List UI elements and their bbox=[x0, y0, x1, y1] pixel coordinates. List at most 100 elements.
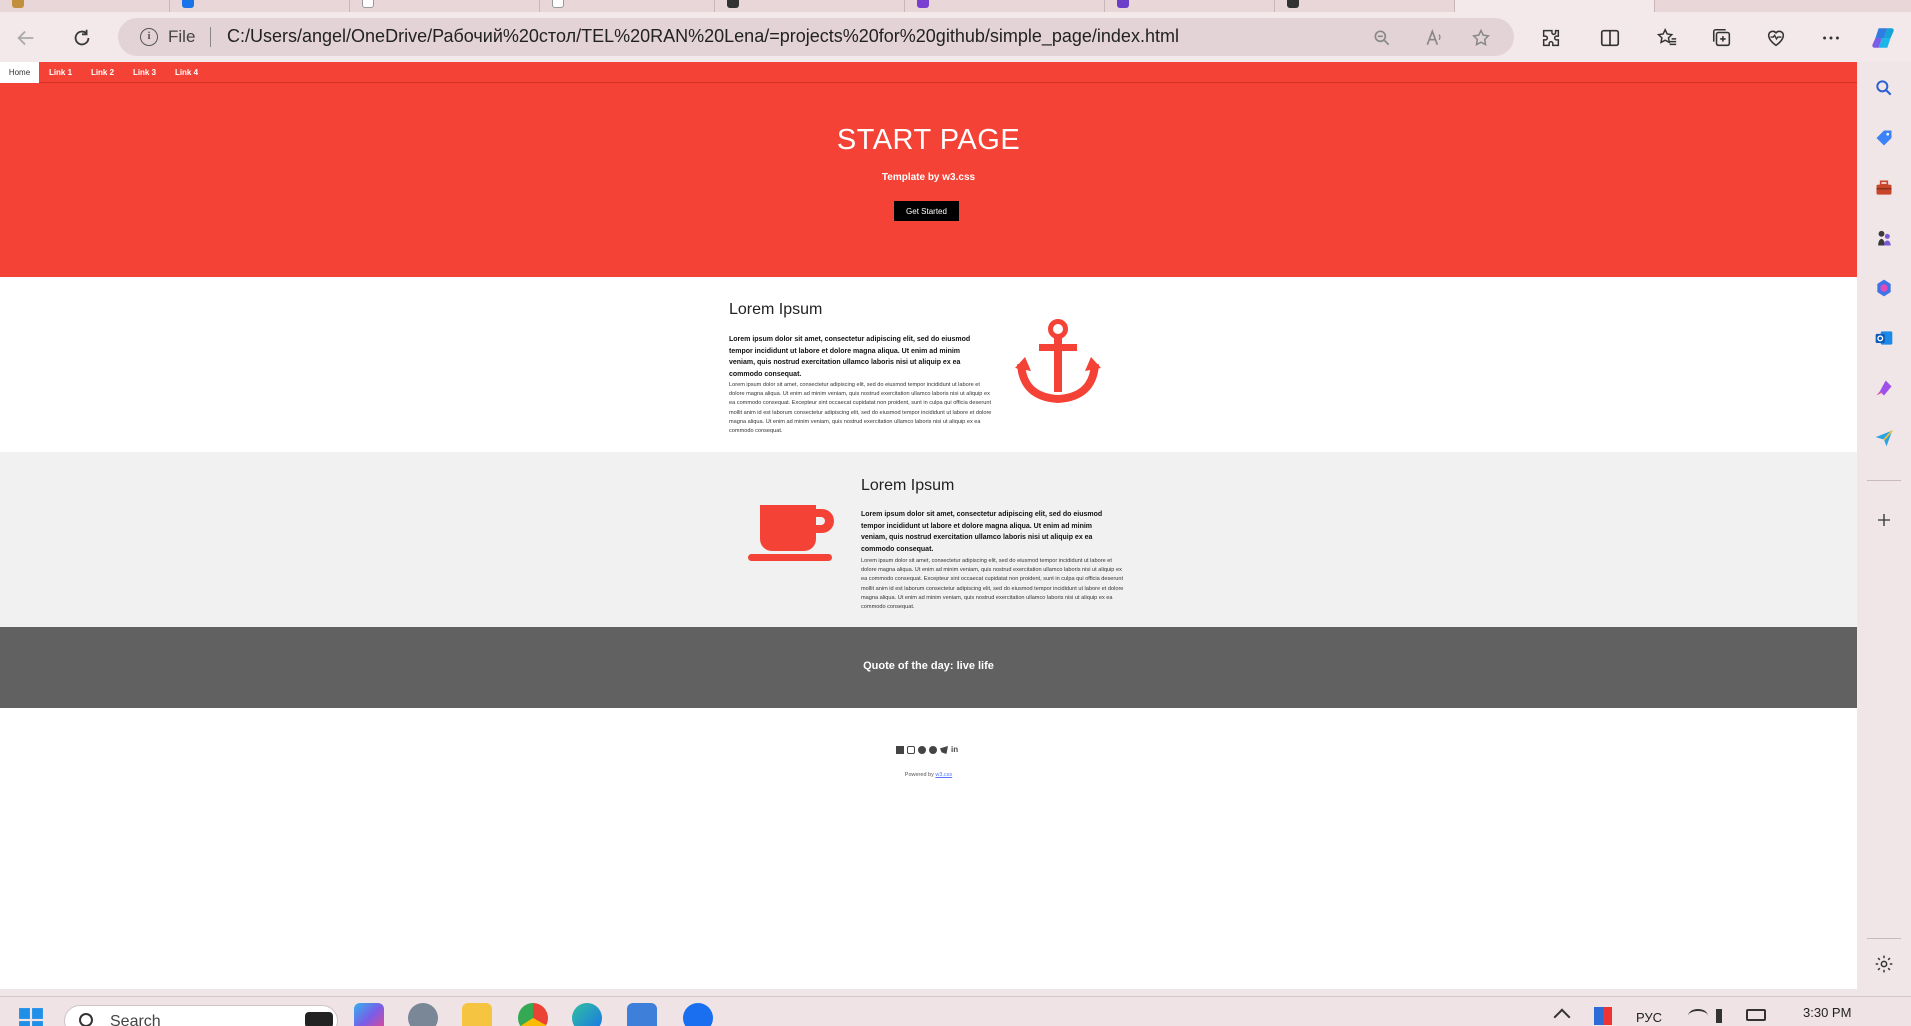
collections-icon bbox=[1712, 28, 1731, 47]
snapchat-icon[interactable] bbox=[918, 746, 926, 754]
facebook-icon[interactable] bbox=[896, 746, 904, 754]
refresh-icon bbox=[74, 29, 90, 46]
quote-banner: Quote of the day: live life bbox=[0, 627, 1857, 708]
section-lead-text: Lorem ipsum dolor sit amet, consectetur … bbox=[729, 336, 971, 378]
pinterest-icon[interactable] bbox=[929, 746, 937, 754]
sidebar-send-icon[interactable] bbox=[1872, 426, 1896, 450]
windows-start-icon[interactable] bbox=[18, 1007, 44, 1026]
taskbar-search-placeholder: Search bbox=[110, 1013, 161, 1026]
back-button[interactable] bbox=[10, 22, 42, 54]
puzzle-icon bbox=[1542, 29, 1560, 47]
sidebar-games-icon[interactable] bbox=[1872, 226, 1896, 250]
read-aloud-icon[interactable] bbox=[1423, 27, 1445, 49]
browser-tab[interactable] bbox=[350, 0, 540, 12]
language-indicator[interactable]: РУС bbox=[1636, 1010, 1662, 1025]
tray-chevron-up-icon[interactable] bbox=[1553, 1008, 1571, 1026]
taskbar-chrome-icon[interactable] bbox=[518, 1003, 548, 1026]
tray-app-icon[interactable] bbox=[1594, 1007, 1612, 1025]
linkedin-icon[interactable]: in bbox=[951, 746, 958, 754]
browser-tab[interactable] bbox=[170, 0, 350, 12]
favorite-star-icon[interactable] bbox=[1470, 27, 1492, 49]
powered-by: Powered by w3.css bbox=[0, 772, 1857, 778]
sidebar-outlook-icon[interactable] bbox=[1872, 326, 1896, 350]
section-lead-text: Lorem ipsum dolor sit amet, consectetur … bbox=[861, 511, 1103, 553]
taskbar-edge-icon[interactable] bbox=[572, 1003, 602, 1026]
nav-link-2[interactable]: Link 2 bbox=[82, 62, 123, 83]
sidebar-tools-icon[interactable] bbox=[1872, 176, 1896, 200]
powered-by-link[interactable]: w3.css bbox=[935, 772, 952, 778]
browser-tab[interactable] bbox=[540, 0, 715, 12]
sidebar-microsoft365-icon[interactable] bbox=[1872, 276, 1896, 300]
get-started-button[interactable]: Get Started bbox=[894, 201, 959, 221]
sidebar-divider bbox=[1867, 480, 1901, 481]
url-text[interactable]: C:/Users/angel/OneDrive/Рабочий%20стол/T… bbox=[227, 26, 1179, 47]
instagram-icon[interactable] bbox=[907, 746, 915, 754]
copilot-icon bbox=[1872, 28, 1894, 48]
split-screen-button[interactable] bbox=[1597, 25, 1623, 51]
powered-by-prefix: Powered by bbox=[904, 772, 934, 778]
protocol-label: File bbox=[168, 27, 196, 46]
collections-button[interactable] bbox=[1709, 25, 1735, 51]
info-icon[interactable]: i bbox=[140, 28, 158, 46]
section-heading: Lorem Ipsum bbox=[861, 477, 955, 494]
copilot-button[interactable] bbox=[1870, 25, 1896, 51]
page-footer: in Powered by w3.css bbox=[0, 708, 1857, 989]
extensions-button[interactable] bbox=[1538, 25, 1564, 51]
coffee-icon bbox=[748, 505, 834, 561]
more-dots-icon bbox=[1823, 36, 1839, 40]
search-icon bbox=[79, 1013, 93, 1026]
sidebar-shopping-icon[interactable] bbox=[1872, 126, 1896, 150]
site-navbar: Home Link 1 Link 2 Link 3 Link 4 bbox=[0, 62, 1857, 83]
section-body-text: Lorem ipsum dolor sit amet, consectetur … bbox=[729, 382, 992, 435]
taskbar-copilot-icon[interactable] bbox=[354, 1003, 384, 1026]
address-bar[interactable]: i File C:/Users/angel/OneDrive/Рабочий%2… bbox=[118, 18, 1514, 56]
battery-icon[interactable] bbox=[1746, 1009, 1766, 1021]
heart-pulse-icon bbox=[1767, 30, 1785, 47]
taskbar-search-box[interactable]: Search bbox=[64, 1005, 338, 1026]
nav-link-4[interactable]: Link 4 bbox=[166, 62, 207, 83]
browser-toolbar: i File C:/Users/angel/OneDrive/Рабочий%2… bbox=[0, 12, 1911, 62]
taskbar-settings-gear-icon[interactable] bbox=[408, 1003, 438, 1026]
browser-tab-active[interactable] bbox=[1455, 0, 1655, 12]
content-section-1: Lorem Ipsum Lorem ipsum dolor sit amet, … bbox=[0, 277, 1857, 452]
sidebar-designer-icon[interactable] bbox=[1872, 376, 1896, 400]
section-heading: Lorem Ipsum bbox=[729, 301, 823, 318]
content-section-2: Lorem Ipsum Lorem ipsum dolor sit amet, … bbox=[0, 452, 1857, 627]
browser-tab[interactable] bbox=[0, 0, 170, 12]
taskbar-zoom-icon[interactable] bbox=[683, 1003, 713, 1026]
tab-strip bbox=[0, 0, 1911, 12]
browser-essentials-button[interactable] bbox=[1763, 25, 1789, 51]
refresh-button[interactable] bbox=[66, 22, 98, 54]
favorites-icon bbox=[1656, 28, 1677, 46]
settings-more-button[interactable] bbox=[1818, 25, 1844, 51]
split-screen-icon bbox=[1600, 29, 1620, 47]
anchor-icon bbox=[1015, 319, 1101, 404]
zoom-out-icon[interactable] bbox=[1371, 27, 1393, 49]
sidebar-settings-gear-icon[interactable] bbox=[1872, 952, 1896, 976]
taskbar-app-icon[interactable] bbox=[627, 1003, 657, 1026]
arrow-left-icon bbox=[17, 30, 34, 46]
nav-link-1[interactable]: Link 1 bbox=[40, 62, 81, 83]
address-separator bbox=[210, 27, 211, 47]
volume-icon[interactable] bbox=[1716, 1009, 1732, 1023]
quote-text: Quote of the day: live life bbox=[863, 660, 994, 672]
wifi-icon[interactable] bbox=[1688, 1009, 1708, 1023]
browser-tab[interactable] bbox=[1105, 0, 1275, 12]
page-title: START PAGE bbox=[836, 124, 1021, 156]
clock-time[interactable]: 3:30 PM bbox=[1803, 1005, 1851, 1020]
search-highlight-icon bbox=[305, 1012, 333, 1026]
sidebar-add-icon[interactable] bbox=[1872, 508, 1896, 532]
taskbar-file-explorer-icon[interactable] bbox=[462, 1003, 492, 1026]
favorites-button[interactable] bbox=[1654, 25, 1680, 51]
nav-link-home[interactable]: Home bbox=[0, 62, 39, 83]
browser-tab[interactable] bbox=[715, 0, 905, 12]
twitter-icon[interactable] bbox=[940, 746, 948, 754]
windows-taskbar: Search РУС 3:30 PM bbox=[0, 996, 1911, 1026]
browser-tab[interactable] bbox=[905, 0, 1105, 12]
hero-subtitle: Template by w3.css bbox=[881, 172, 976, 183]
page-viewport: Home Link 1 Link 2 Link 3 Link 4 START P… bbox=[0, 62, 1857, 989]
sidebar-search-icon[interactable] bbox=[1872, 76, 1896, 100]
browser-tab[interactable] bbox=[1275, 0, 1455, 12]
sidebar-divider bbox=[1867, 938, 1901, 939]
nav-link-3[interactable]: Link 3 bbox=[124, 62, 165, 83]
